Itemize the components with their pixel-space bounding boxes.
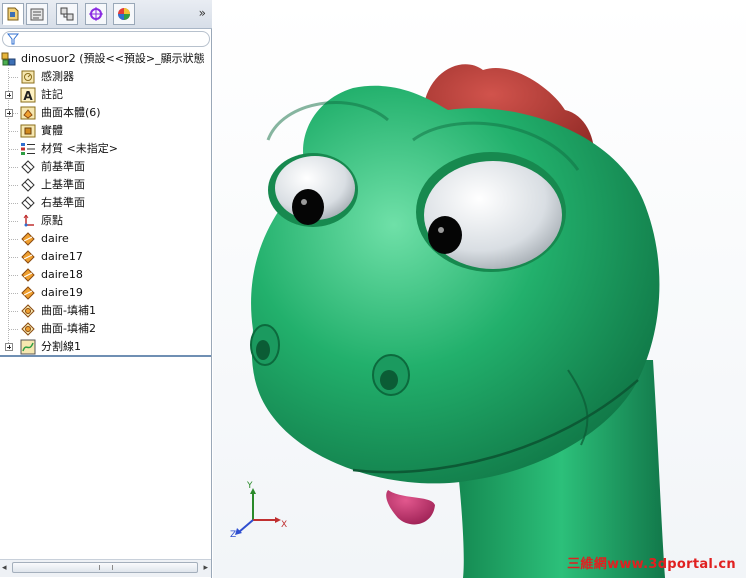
tree-item-daire18[interactable]: daire18 [0, 266, 212, 284]
tree-item-label: 材質 <未指定> [41, 142, 118, 155]
tab-display-manager[interactable] [113, 3, 135, 25]
tree-root-label: dinosuor2 (預設<<預設>_顯示狀態 [21, 52, 205, 65]
surface-bodies-icon [20, 106, 36, 120]
tab-featuremanager[interactable] [2, 3, 24, 25]
tab-configurationmanager[interactable] [56, 3, 78, 25]
tree-item-solid-bodies[interactable]: 實體 [0, 122, 212, 140]
triad-x-label: X [281, 520, 287, 530]
display-manager-tab-icon [118, 8, 130, 20]
tree-item-label: 原點 [41, 214, 63, 227]
filter-icon [7, 33, 19, 45]
head [251, 85, 660, 484]
tree-item-material[interactable]: 材質 <未指定> [0, 140, 212, 158]
manager-tabs: » [0, 0, 212, 29]
tree-item-fill-surface2[interactable]: 曲面-填補2 [0, 320, 212, 338]
feature-tree: dinosuor2 (預設<<預設>_顯示狀態 感測器 A 註記 曲面本體(6)… [0, 50, 212, 355]
annotation-icon: A [20, 87, 36, 103]
plane-icon [21, 196, 35, 210]
panel-separator [0, 355, 211, 357]
tree-item-label: 前基準面 [41, 160, 85, 173]
solid-bodies-icon [20, 124, 36, 138]
grip-icon [99, 565, 113, 570]
sketch-icon [21, 268, 35, 282]
featuremanager-tab-icon [7, 7, 19, 21]
tree-item-label: 上基準面 [41, 178, 85, 191]
tree-item-daire19[interactable]: daire19 [0, 284, 212, 302]
orientation-triad[interactable]: Y X Z [230, 481, 287, 540]
tree-item-origin[interactable]: 原點 [0, 212, 212, 230]
tree-item-front-plane[interactable]: 前基準面 [0, 158, 212, 176]
scrollbar-thumb[interactable] [12, 562, 198, 573]
tree-item-label: 分割線1 [41, 340, 81, 353]
featuremanager-panel: » dinosuor2 (預設<<預設>_顯示狀態 感測器 A 註記 曲面本體(… [0, 0, 212, 578]
tree-item-fill-surface1[interactable]: 曲面-填補1 [0, 302, 212, 320]
tab-dimxpert[interactable] [85, 3, 107, 25]
tree-item-label: 曲面-填補1 [41, 304, 96, 317]
scroll-right-icon[interactable]: ▸ [203, 563, 208, 573]
svg-text:A: A [23, 89, 33, 103]
triad-z-axis [238, 519, 254, 533]
part-icon [1, 52, 16, 66]
tree-root-row[interactable]: dinosuor2 (預設<<預設>_顯示狀態 [0, 50, 212, 68]
tree-item-split-line1[interactable]: 分割線1 [0, 338, 212, 356]
pupil-left [292, 189, 324, 225]
tree-item-surface-bodies[interactable]: 曲面本體(6) [0, 104, 212, 122]
sensor-icon [21, 70, 35, 84]
tree-item-label: daire17 [41, 250, 83, 263]
tree-item-sensors[interactable]: 感測器 [0, 68, 212, 86]
graphics-viewport[interactable]: Y X Z 三維網www.3dportal.cn [213, 0, 746, 578]
fill-surface-icon [21, 322, 35, 336]
tab-propertymanager[interactable] [26, 3, 48, 25]
triad-z-label: Z [230, 530, 236, 540]
material-icon [21, 143, 35, 155]
pupil-highlight-left [301, 199, 307, 205]
tree-item-label: 曲面-填補2 [41, 322, 96, 335]
nostril-left-hole [256, 340, 270, 360]
tree-item-label: 曲面本體(6) [41, 106, 101, 119]
tree-item-label: 右基準面 [41, 196, 85, 209]
tree-item-daire[interactable]: daire [0, 230, 212, 248]
plane-icon [21, 160, 35, 174]
scroll-left-icon[interactable]: ◂ [2, 563, 7, 573]
fill-surface-icon [21, 304, 35, 318]
tree-filter-input[interactable] [2, 31, 210, 47]
more-tabs-chevron[interactable]: » [199, 6, 206, 20]
expand-icon[interactable] [5, 343, 13, 351]
sketch-icon [21, 250, 35, 264]
triad-y-label: Y [246, 481, 253, 491]
tree-item-label: daire [41, 232, 69, 245]
tree-item-label: 感測器 [41, 70, 74, 83]
dinosaur-model: Y X Z [230, 64, 665, 578]
tree-item-label: daire19 [41, 286, 83, 299]
watermark: 三維網www.3dportal.cn [567, 557, 736, 572]
tree-item-label: 註記 [41, 88, 63, 101]
dimxpert-tab-icon [89, 7, 103, 21]
expand-icon[interactable] [5, 91, 13, 99]
tree-item-right-plane[interactable]: 右基準面 [0, 194, 212, 212]
origin-icon [23, 214, 34, 227]
propertymanager-tab-icon [30, 8, 44, 21]
configurationmanager-tab-icon [60, 7, 74, 21]
sketch-icon [21, 286, 35, 300]
horizontal-scrollbar[interactable]: ◂ ▸ [0, 559, 211, 577]
plane-icon [21, 178, 35, 192]
pupil-highlight-right [438, 227, 444, 233]
tree-item-label: 實體 [41, 124, 63, 137]
nostril-right-hole [380, 370, 398, 390]
split-line-icon [20, 339, 36, 355]
tree-item-label: daire18 [41, 268, 83, 281]
pupil-right [428, 216, 462, 254]
tree-item-annotations[interactable]: A 註記 [0, 86, 212, 104]
sketch-icon [21, 232, 35, 246]
tongue [386, 490, 435, 525]
tree-item-top-plane[interactable]: 上基準面 [0, 176, 212, 194]
tree-item-daire17[interactable]: daire17 [0, 248, 212, 266]
expand-icon[interactable] [5, 109, 13, 117]
